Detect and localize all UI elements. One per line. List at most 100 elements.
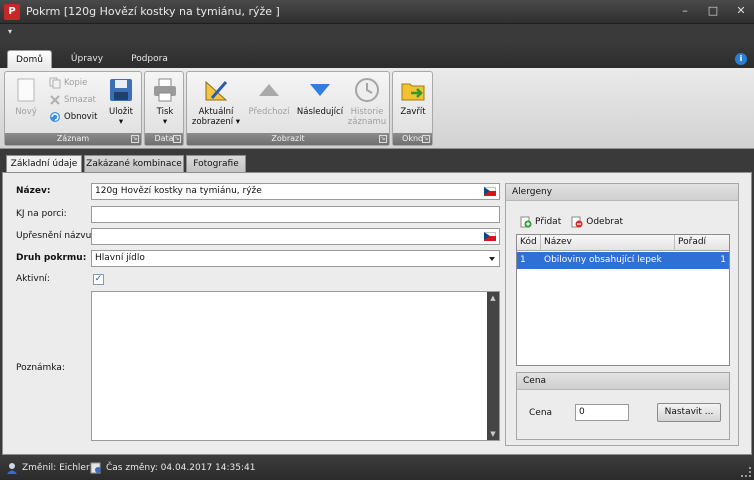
row-code: 1	[520, 255, 526, 265]
add-allergen-label: Přidat	[535, 217, 562, 227]
save-button[interactable]: Uložit ▾	[105, 76, 137, 127]
new-button[interactable]: Nový	[10, 76, 42, 117]
current-view-label-1: Aktuální	[198, 107, 234, 117]
print-button[interactable]: Tisk ▾	[148, 76, 182, 127]
name-label: Název:	[16, 186, 51, 196]
scroll-up-icon[interactable]: ▲	[487, 292, 499, 304]
main-content: Název: 120g Hovězí kostky na tymiánu, rý…	[2, 172, 752, 455]
data-launcher-icon[interactable]: ↘	[173, 135, 181, 143]
quick-access-menu-icon[interactable]: ▾	[3, 26, 17, 38]
tab-zakladni-udaje[interactable]: Základní údaje	[6, 155, 82, 173]
czech-flag-icon[interactable]	[484, 187, 496, 196]
allergens-panel: Alergeny Přidat Odebrat Kód Název Pořadí…	[505, 183, 739, 446]
group-zobrazit: Aktuální zobrazení ▾ Předchozí Následují…	[186, 71, 390, 146]
kj-input[interactable]	[91, 206, 500, 223]
quick-access-toolbar: ▾	[0, 24, 754, 40]
save-dropdown-icon[interactable]: ▾	[119, 117, 123, 127]
price-title: Cena	[517, 373, 729, 390]
refresh-button[interactable]: Obnovit	[49, 110, 97, 124]
type-value: Hlavní jídlo	[95, 253, 145, 263]
kj-label: KJ na porci:	[16, 209, 67, 219]
ruler-pencil-icon	[202, 76, 230, 104]
title-bar: P Pokrm [120g Hovězí kostky na tymiánu, …	[0, 0, 754, 24]
group-zaznam: Nový Kopie Smazat Obnovit Uložit ▾ Zázna…	[4, 71, 142, 146]
price-input[interactable]: 0	[575, 404, 629, 421]
allergens-table: Kód Název Pořadí 1 Obiloviny obsahující …	[516, 234, 730, 366]
type-label: Druh pokrmu:	[16, 253, 87, 263]
previous-label: Předchozí	[248, 107, 290, 117]
delete-icon	[49, 94, 61, 106]
clock-icon	[353, 76, 381, 104]
tab-upravy[interactable]: Úpravy	[62, 50, 112, 68]
allergens-toolbar: Přidat Odebrat	[520, 212, 623, 232]
new-document-icon	[12, 76, 40, 104]
remove-allergen-button[interactable]: Odebrat	[571, 216, 623, 228]
tab-podpora[interactable]: Podpora	[122, 50, 177, 68]
price-panel: Cena Cena 0 Nastavit ...	[516, 372, 730, 440]
czech-flag-icon[interactable]	[484, 232, 496, 241]
allergens-table-header: Kód Název Pořadí	[517, 235, 729, 251]
chevron-down-icon[interactable]	[489, 257, 495, 261]
arrow-up-icon	[255, 76, 283, 104]
help-icon[interactable]: i	[735, 53, 747, 65]
close-form-label: Zavřít	[400, 107, 426, 117]
ribbon-tabs: Domů Úpravy Podpora i	[0, 40, 754, 68]
refinement-input[interactable]	[91, 228, 500, 245]
status-changed-by: Změnil: Eichler	[6, 461, 90, 475]
refresh-label: Obnovit	[64, 112, 98, 122]
copy-label: Kopie	[64, 78, 88, 88]
changed-at-text: Čas změny: 04.04.2017 14:35:41	[106, 463, 256, 473]
scroll-down-icon[interactable]: ▼	[487, 428, 499, 440]
tab-domu[interactable]: Domů	[7, 50, 52, 68]
print-label: Tisk	[156, 107, 174, 117]
app-logo-icon: P	[4, 3, 20, 20]
arrow-down-icon	[306, 76, 334, 104]
zaznam-launcher-icon[interactable]: ↘	[131, 135, 139, 143]
zobrazit-launcher-icon[interactable]: ↘	[379, 135, 387, 143]
print-dropdown-icon[interactable]: ▾	[163, 117, 167, 127]
name-input[interactable]: 120g Hovězí kostky na tymiánu, rýže	[91, 183, 500, 200]
price-label: Cena	[529, 408, 553, 418]
table-row[interactable]: 1 Obiloviny obsahující lepek 1	[517, 252, 729, 269]
window-title: Pokrm [120g Hovězí kostky na tymiánu, rý…	[26, 5, 280, 18]
refresh-icon	[49, 111, 61, 123]
column-order[interactable]: Pořadí	[675, 235, 731, 251]
tab-fotografie[interactable]: Fotografie	[186, 155, 246, 172]
remove-icon	[571, 216, 583, 228]
next-label: Následující	[296, 107, 344, 117]
column-name[interactable]: Název	[541, 235, 675, 251]
okno-launcher-icon[interactable]: ↘	[422, 135, 430, 143]
current-view-button[interactable]: Aktuální zobrazení ▾	[190, 76, 242, 127]
tab-zakazane-kombinace[interactable]: Zakázané kombinace	[84, 155, 184, 172]
current-view-label-2: zobrazení ▾	[191, 117, 241, 127]
delete-label: Smazat	[64, 95, 96, 105]
remove-allergen-label: Odebrat	[586, 217, 624, 227]
set-price-button[interactable]: Nastavit ...	[657, 403, 721, 422]
user-icon	[6, 462, 18, 474]
close-window-button[interactable]: ✕	[734, 4, 748, 18]
maximize-button[interactable]: □	[706, 4, 720, 18]
resize-grip-icon[interactable]	[741, 467, 751, 477]
next-button[interactable]: Následující	[295, 76, 345, 117]
history-button[interactable]: Historie záznamu	[347, 76, 387, 127]
copy-button[interactable]: Kopie	[49, 76, 87, 90]
note-scrollbar[interactable]: ▲ ▼	[487, 292, 499, 440]
note-textarea[interactable]: ▲ ▼	[91, 291, 500, 441]
add-allergen-button[interactable]: Přidat	[520, 216, 561, 228]
price-value: 0	[579, 407, 585, 417]
group-data: Tisk ▾ Data ↘	[144, 71, 184, 146]
copy-icon	[49, 77, 61, 89]
active-checkbox[interactable]: ✓	[93, 274, 104, 285]
name-value: 120g Hovězí kostky na tymiánu, rýže	[95, 186, 262, 196]
document-clock-icon	[90, 462, 102, 474]
delete-button[interactable]: Smazat	[49, 93, 96, 107]
close-form-button[interactable]: Zavřít	[395, 76, 431, 117]
group-zobrazit-label: Zobrazit	[187, 133, 389, 145]
history-label-1: Historie	[350, 107, 384, 117]
active-label: Aktivní:	[16, 274, 50, 284]
type-select[interactable]: Hlavní jídlo	[91, 250, 500, 267]
column-code[interactable]: Kód	[517, 235, 541, 251]
changed-by-text: Změnil: Eichler	[22, 463, 90, 473]
minimize-button[interactable]: –	[678, 4, 692, 18]
previous-button[interactable]: Předchozí	[247, 76, 291, 117]
